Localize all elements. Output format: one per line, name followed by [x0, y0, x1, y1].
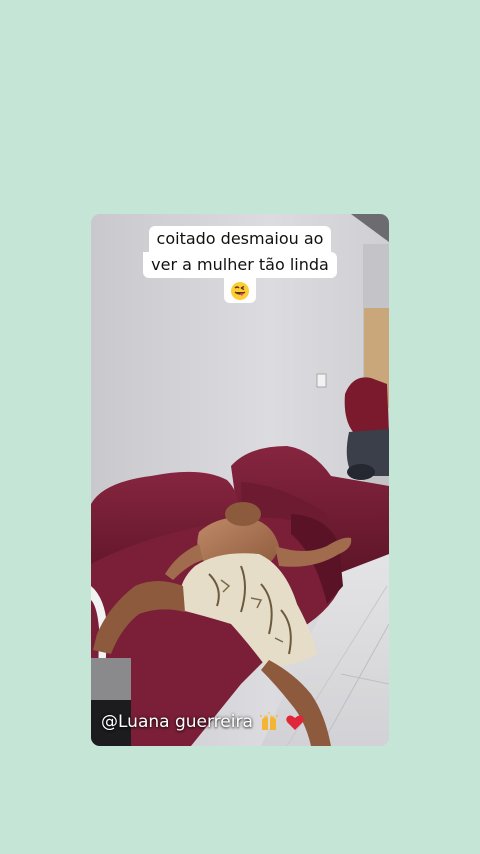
- credit-text: @Luana guerreira: [101, 712, 253, 732]
- winking-tongue-face-icon: [224, 278, 256, 303]
- caption-line-2: ver a mulher tão linda: [143, 252, 337, 278]
- red-heart-icon: [285, 712, 305, 732]
- story-page: coitado desmaiou ao ver a mulher tão lin…: [0, 0, 480, 854]
- video-frame[interactable]: coitado desmaiou ao ver a mulher tão lin…: [91, 214, 389, 746]
- creator-credit: @Luana guerreira: [101, 712, 305, 732]
- person-head: [225, 502, 261, 526]
- granite-stand: [91, 658, 131, 704]
- light-switch: [316, 373, 327, 388]
- red-cloth: [344, 377, 389, 434]
- raised-hands-icon: [259, 712, 279, 732]
- caption-line-1: coitado desmaiou ao: [148, 226, 332, 252]
- caption-box: coitado desmaiou ao ver a mulher tão lin…: [91, 226, 389, 303]
